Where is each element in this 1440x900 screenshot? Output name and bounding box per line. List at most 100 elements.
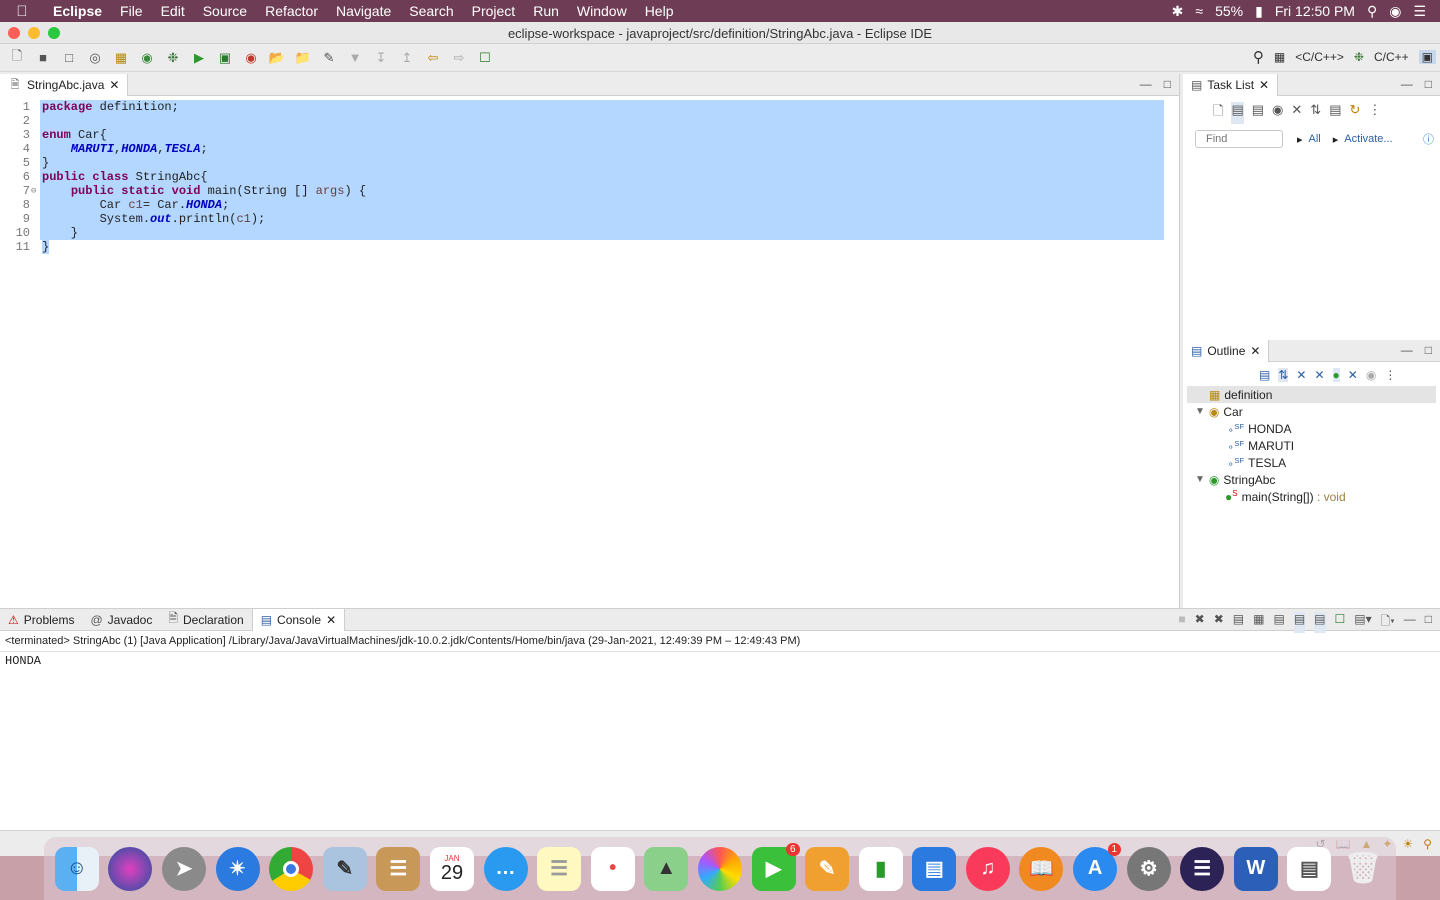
display-console-icon[interactable]: ▤▾ [1354,612,1371,633]
activate-link[interactable]: Activate... [1344,133,1392,145]
battery-percent[interactable]: 55% [1215,3,1243,19]
eclipse-icon[interactable]: ☰ [1180,846,1225,891]
messages-icon[interactable]: … [483,846,528,891]
wifi-icon[interactable]: ≈ [1195,3,1203,19]
menu-search[interactable]: Search [400,3,462,19]
menu-navigate[interactable]: Navigate [327,3,400,19]
outline-item-class[interactable]: ▼ ◉ StringAbc [1187,471,1436,488]
tab-javadoc[interactable]: @ Javadoc [82,609,160,631]
maximize-icon[interactable]: □ [1425,343,1432,357]
battery-icon[interactable]: ▮ [1255,3,1263,20]
code-line[interactable]: 7 ⊖ public static void main(String [] arg… [0,184,1179,198]
expand-icon[interactable]: ▤ [1329,102,1341,124]
code-line[interactable]: 10 } [0,226,1179,240]
view-menu-icon[interactable]: ⋮ [1368,102,1381,124]
debug-icon[interactable]: ❉ [162,49,184,67]
close-tab-icon[interactable]: ✕ [1250,344,1260,358]
spotlight-icon[interactable]: ⚲ [1367,3,1377,20]
tab-problems[interactable]: ⚠ Problems [0,609,82,631]
outline-item-field[interactable]: ⚬SF TESLA [1187,454,1436,471]
remove-all-icon[interactable]: ✖ [1214,612,1224,633]
menu-refactor[interactable]: Refactor [256,3,327,19]
menu-run[interactable]: Run [524,3,568,19]
chevron-down-icon[interactable]: ▼ [1195,474,1205,485]
sort-icon[interactable]: ⇅ [1278,368,1289,382]
coverage-icon[interactable]: ▣ [214,49,236,67]
apple-icon[interactable]:  [0,3,44,20]
external-tools-icon[interactable]: ◉ [240,49,262,67]
code-line[interactable]: 11} [0,240,1179,254]
outline-item-field[interactable]: ⚬SF HONDA [1187,420,1436,437]
open-task-icon[interactable]: 📁 [292,49,314,67]
categorized-icon[interactable]: ▤ [1231,102,1244,124]
pages-icon[interactable]: ✎ [805,846,850,891]
sun-icon[interactable]: ☀ [1402,837,1413,851]
code-line[interactable]: 9 System.out.println(c1); [0,212,1179,226]
code-line[interactable]: 4 MARUTI,HONDA,TESLA; [0,142,1179,156]
perspective-java-icon[interactable]: ▣ [1418,50,1436,64]
siri-icon[interactable]: ◉ [1389,3,1401,20]
new-package-icon[interactable]: ▦ [110,49,132,67]
focus-icon[interactable]: ◉ [1272,102,1283,124]
tab-declaration[interactable]: 🗎 Declaration [160,609,251,631]
code-line[interactable]: 1 package definition; [0,100,1179,114]
search-tool-icon[interactable]: ✎ [318,49,340,67]
console-output[interactable]: HONDA [0,652,1440,670]
perspective-debug-icon[interactable]: ❉ [1354,50,1364,64]
terminate-icon[interactable]: ■ [1178,612,1185,633]
minimize-icon[interactable]: — [1140,77,1152,91]
link-editor-icon[interactable]: ◉ [1366,368,1376,382]
open-type-icon[interactable]: 📂 [266,49,288,67]
preview-icon[interactable]: ▤ [1287,846,1332,891]
launchpad-icon[interactable]: ➤ [161,846,206,891]
maximize-icon[interactable]: □ [1425,77,1432,91]
back-icon[interactable]: ⇦ [422,49,444,67]
all-filter-link[interactable]: All [1309,133,1321,145]
menu-source[interactable]: Source [194,3,256,19]
menu-help[interactable]: Help [636,3,683,19]
hide-static-icon[interactable]: ✕ [1314,368,1324,382]
close-tab-icon[interactable]: ✕ [109,78,119,92]
tab-task-list[interactable]: ▤ Task List ✕ [1183,73,1279,96]
tab-console[interactable]: ▤ Console ✕ [251,608,346,631]
collapse-all-icon[interactable]: ▤ [1259,368,1270,382]
word-wrap-icon[interactable]: ▤ [1273,612,1284,633]
code-line[interactable]: 5} [0,156,1179,170]
prev-annotation-icon[interactable]: ↥ [396,49,418,67]
perspective-cpp-launch[interactable]: <C/C++> [1295,50,1344,64]
toggle-mark-icon[interactable]: ▼ [344,49,366,67]
clear-console-icon[interactable]: ▤ [1233,612,1244,633]
notification-center-icon[interactable]: ☰ [1413,3,1426,20]
next-annotation-icon[interactable]: ↧ [370,49,392,67]
code-editor[interactable]: 1 package definition; 2 3 enum Car{ 4 MARU… [0,96,1179,254]
pin-console-icon[interactable]: ☐ [1335,612,1346,633]
task-find-input[interactable] [1195,130,1283,148]
code-line[interactable]: 3 enum Car{ [0,128,1179,142]
code-line[interactable]: 8 Car c1= Car.HONDA; [0,198,1179,212]
chrome-icon[interactable] [269,846,314,891]
tab-outline[interactable]: ▤ Outline ✕ [1183,339,1270,362]
perspective-cpp[interactable]: C/C++ [1374,50,1409,64]
close-tab-icon[interactable]: ✕ [326,613,336,627]
scroll-lock-icon[interactable]: ▦ [1253,612,1264,633]
hide-fields-icon[interactable]: ✕ [1296,368,1306,382]
menu-edit[interactable]: Edit [152,3,194,19]
hide-nonpublic-icon[interactable]: ● [1332,368,1340,382]
new-task-icon[interactable]: 🗋 [1213,102,1223,124]
fold-icon[interactable]: ⊖ [31,184,36,198]
view-menu-icon[interactable]: ⋮ [1384,368,1396,382]
code-line[interactable]: 2 [0,114,1179,128]
collapse-all-icon[interactable]: ⇅ [1310,102,1321,124]
trash-icon[interactable]: 🗑 [1341,847,1385,891]
hide-local-types-icon[interactable]: ✕ [1348,368,1358,382]
save-icon[interactable]: ■ [32,49,54,67]
safari-icon[interactable]: ✴ [215,846,260,891]
sync-icon[interactable]: ↻ [1350,102,1361,124]
reminders-icon[interactable]: • [590,846,635,891]
notes-icon[interactable]: ☰ [537,846,582,891]
minimize-icon[interactable]: — [1401,77,1413,91]
pin-editor-icon[interactable]: ☐ [474,49,496,67]
word-icon[interactable]: W [1233,846,1278,891]
menu-file[interactable]: File [111,3,152,19]
hide-completed-icon[interactable]: ✕ [1291,102,1302,124]
